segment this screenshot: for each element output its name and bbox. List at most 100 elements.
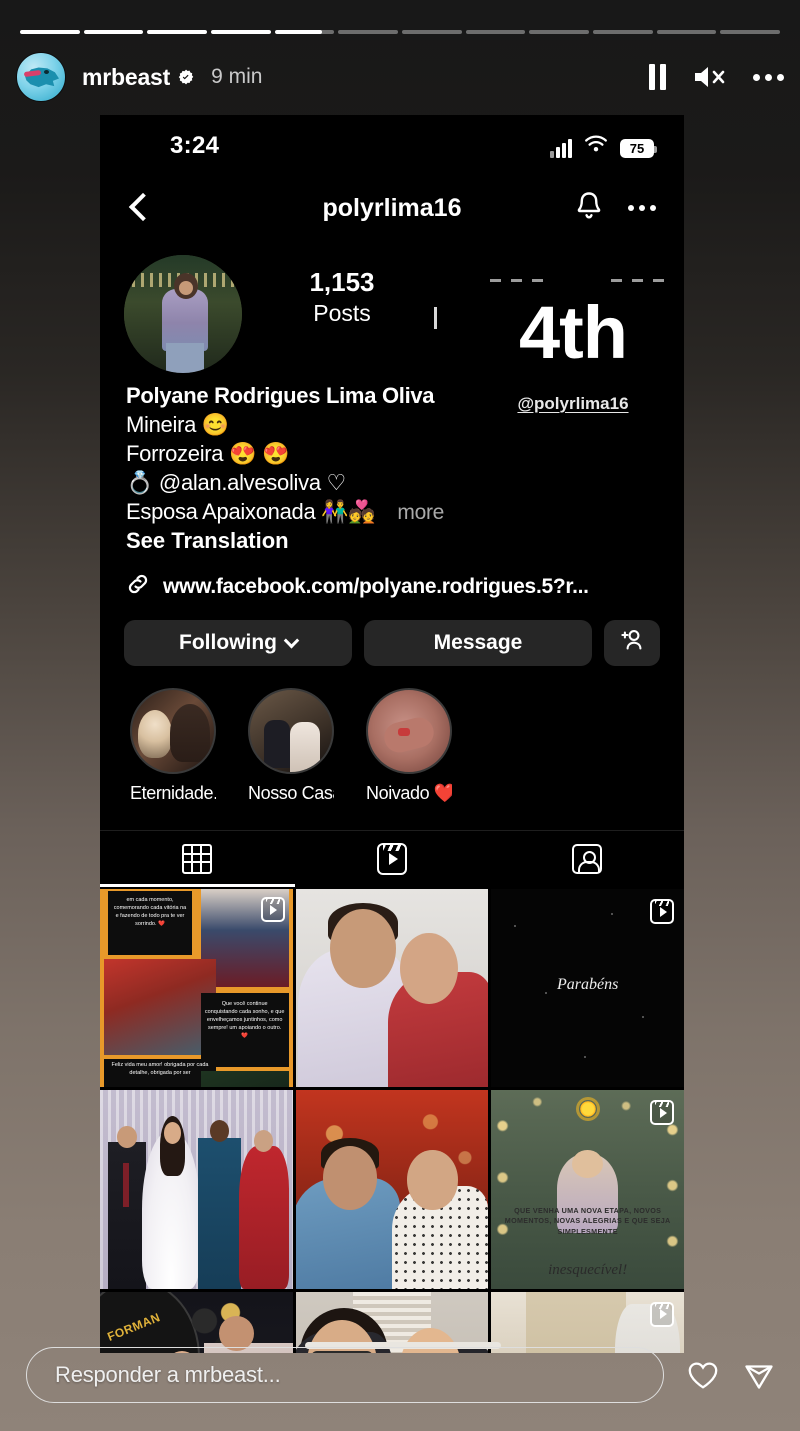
grid-post-graduation[interactable]: FORMAN 2022 SEI xyxy=(100,1291,293,1353)
highlight-item[interactable]: Noivado ❤️... xyxy=(366,688,452,804)
add-person-button[interactable] xyxy=(604,620,660,666)
following-button[interactable]: Following xyxy=(124,620,352,666)
mrbeast-avatar[interactable] xyxy=(16,52,66,102)
wedding-kiss-thumb xyxy=(130,688,216,774)
battery-icon: 75 xyxy=(620,139,657,158)
reel-badge-icon xyxy=(260,897,285,922)
wifi-icon xyxy=(584,134,608,158)
reels-icon xyxy=(377,843,407,875)
notification-bell-icon[interactable] xyxy=(574,190,604,227)
progress-segment[interactable] xyxy=(593,30,653,34)
story-timestamp: 9 min xyxy=(211,65,263,88)
grid-post-parabens-reel[interactable]: Parabéns xyxy=(491,889,684,1088)
progress-segment-current[interactable] xyxy=(274,30,335,34)
posts-label: Posts xyxy=(313,300,371,326)
highlight-label: Noivado ❤️... xyxy=(366,783,452,803)
profile-nav-actions xyxy=(574,190,656,227)
highlight-label: Eternidade... xyxy=(130,783,216,803)
profile-photo-grid: em cada momento, comemorando cada vitóri… xyxy=(100,889,684,1353)
collage-text: em cada momento, comemorando cada vitóri… xyxy=(113,897,187,927)
profile-action-buttons: Following Message xyxy=(100,602,684,666)
story-header-actions xyxy=(647,63,784,91)
progress-segment[interactable] xyxy=(338,30,399,34)
more-options-icon[interactable] xyxy=(753,73,784,81)
profile-link-row[interactable]: www.facebook.com/polyane.rodrigues.5?r..… xyxy=(100,554,684,602)
verified-badge-icon xyxy=(177,68,195,86)
bio-more-button[interactable]: more xyxy=(397,501,444,524)
grid-post-wedding-group[interactable] xyxy=(100,1090,293,1289)
tab-grid[interactable] xyxy=(100,831,295,887)
more-options-icon[interactable] xyxy=(628,205,656,211)
send-direct-icon[interactable] xyxy=(742,1358,776,1392)
reel-badge-icon xyxy=(650,1100,674,1126)
chevron-down-icon xyxy=(283,632,300,648)
quote-text: QUE VENHA UMA NOVA ETAPA, NOVOS MOMENTOS… xyxy=(504,1205,671,1237)
quote-script-text: inesquecível! xyxy=(548,1261,628,1278)
bio-line: 💍 @alan.alvesoliva ♡ xyxy=(126,470,346,495)
reply-input[interactable]: Responder a mrbeast... xyxy=(26,1347,664,1403)
wedding-aisle-thumb xyxy=(248,688,334,774)
profile-stats: 1,153 Posts xyxy=(242,255,660,373)
profile-bio: Polyane Rodrigues Lima Oliva Mineira 😊 F… xyxy=(100,373,684,554)
profile-display-name: Polyane Rodrigues Lima Oliva xyxy=(126,383,435,408)
profile-tab-bar xyxy=(100,830,684,887)
engagement-hands-thumb xyxy=(366,688,452,774)
add-person-icon xyxy=(619,628,645,658)
collage-text: Feliz vida meu amor! obrigada por cada d… xyxy=(111,1062,209,1076)
grid-post-couple-white-red[interactable] xyxy=(295,889,489,1088)
profile-header-row: 1,153 Posts xyxy=(100,239,684,373)
posts-count: 1,153 xyxy=(309,267,375,297)
highlight-item[interactable]: Nosso Casa... xyxy=(248,688,334,804)
pause-icon[interactable] xyxy=(647,64,667,90)
message-button[interactable]: Message xyxy=(364,620,592,666)
collage-text: Que você continue conquistando cada sonh… xyxy=(204,1001,285,1039)
progress-segment[interactable] xyxy=(529,30,590,34)
back-chevron-icon[interactable] xyxy=(128,191,150,225)
heart-icon[interactable] xyxy=(686,1358,720,1392)
progress-segment[interactable] xyxy=(147,30,208,34)
status-indicators: 75 xyxy=(550,134,657,158)
see-translation-button[interactable]: See Translation xyxy=(126,528,658,554)
bio-line: Forrozeira 😍 😍 xyxy=(126,441,290,466)
grid-post-collage[interactable]: em cada momento, comemorando cada vitóri… xyxy=(100,889,293,1088)
progress-segment[interactable] xyxy=(20,30,80,34)
mute-icon[interactable] xyxy=(693,63,727,91)
progress-segment[interactable] xyxy=(656,30,717,34)
progress-segment[interactable] xyxy=(402,30,462,34)
cellular-signal-icon xyxy=(550,139,572,158)
bio-line-with-more: Esposa Apaixonada 👫💑 more xyxy=(126,499,658,525)
story-highlights-row: Eternidade... Nosso Casa... Noivado ❤️..… xyxy=(100,666,684,804)
progress-segment[interactable] xyxy=(83,30,144,34)
story-progress-bar[interactable] xyxy=(20,30,781,34)
tab-reels[interactable] xyxy=(295,831,490,887)
story-reply-bar: Responder a mrbeast... xyxy=(26,1347,776,1403)
bio-line: Mineira 😊 xyxy=(126,412,229,437)
highlight-item[interactable]: Eternidade... xyxy=(130,688,216,804)
link-chain-icon xyxy=(126,572,150,602)
tagged-icon xyxy=(571,844,602,874)
profile-avatar[interactable] xyxy=(124,255,242,373)
story-username[interactable]: mrbeast xyxy=(82,64,170,91)
progress-segment[interactable] xyxy=(720,30,781,34)
profile-link-text[interactable]: www.facebook.com/polyane.rodrigues.5?r..… xyxy=(163,575,589,599)
status-time: 3:24 xyxy=(170,132,220,159)
following-label: Following xyxy=(179,631,277,654)
story-header: mrbeast 9 min xyxy=(16,52,784,102)
grid-post-quote-reel[interactable]: QUE VENHA UMA NOVA ETAPA, NOVOS MOMENTOS… xyxy=(491,1090,684,1289)
reel-badge-icon xyxy=(650,1301,674,1327)
grid-post-couple-restaurant[interactable] xyxy=(295,1090,489,1289)
grid-post-indoor-reel[interactable] xyxy=(491,1291,684,1353)
message-label: Message xyxy=(433,631,523,654)
profile-nav-bar: polyrlima16 xyxy=(100,177,684,239)
highlight-label: Nosso Casa... xyxy=(248,783,334,803)
tab-tagged[interactable] xyxy=(489,831,684,887)
grid-icon xyxy=(182,844,213,874)
progress-segment[interactable] xyxy=(211,30,271,34)
bio-line-text: Esposa Apaixonada 👫💑 xyxy=(126,499,376,524)
sun-emoji-icon xyxy=(578,1100,597,1119)
progress-segment[interactable] xyxy=(465,30,526,34)
posts-stat[interactable]: 1,153 Posts xyxy=(282,267,402,373)
battery-level: 75 xyxy=(629,141,645,156)
phone-status-bar: 3:24 75 xyxy=(100,115,684,177)
reel-badge-icon xyxy=(650,899,674,924)
